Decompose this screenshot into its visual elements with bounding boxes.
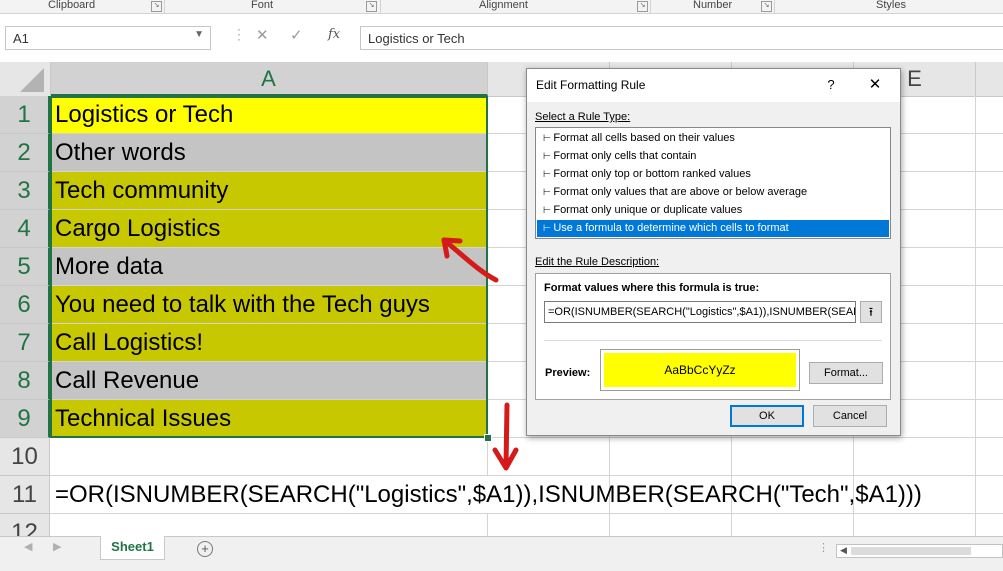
format-button[interactable]: Format...: [809, 362, 883, 384]
rule-type-item[interactable]: ⊢ Format only values that are above or b…: [537, 184, 889, 201]
preview-label: Preview:: [545, 367, 591, 379]
rule-type-label-text: Select a Rule Type:: [535, 111, 631, 123]
rule-type-label: Format only unique or duplicate values: [553, 204, 743, 216]
rule-type-label: Format only top or bottom ranked values: [553, 168, 751, 180]
rule-type-item[interactable]: ⊢ Use a formula to determine which cells…: [537, 220, 889, 237]
horizontal-scrollbar[interactable]: ◀: [836, 544, 1003, 558]
format-values-label: Format values where this formula is true…: [544, 282, 760, 294]
scroll-left-icon[interactable]: ◀: [24, 540, 32, 553]
more-options-icon[interactable]: ⋮: [818, 541, 829, 554]
rule-type-item[interactable]: ⊢ Format only unique or duplicate values: [537, 202, 889, 219]
rule-type-item[interactable]: ⊢ Format all cells based on their values: [537, 130, 889, 147]
collapse-dialog-button[interactable]: ⭱: [860, 301, 882, 323]
sheet-tab-sheet1[interactable]: Sheet1: [100, 536, 165, 560]
rule-type-label: Format only values that are above or bel…: [553, 186, 808, 198]
ok-button[interactable]: OK: [730, 405, 804, 427]
rule-type-label: Format only cells that contain: [553, 150, 697, 162]
edit-formatting-rule-dialog: Edit Formatting Rule ? ✕ Select a Rule T…: [526, 68, 901, 436]
preview-sample: AaBbCcYyZz: [604, 353, 796, 387]
rule-type-list[interactable]: ⊢ Format all cells based on their values…: [535, 127, 891, 239]
collapse-arrow-icon: ⭱: [868, 305, 874, 319]
rule-type-label: Select a Rule Type:: [535, 111, 630, 123]
add-sheet-icon[interactable]: +: [197, 541, 213, 557]
cancel-button[interactable]: Cancel: [813, 405, 887, 427]
rule-type-label: Format all cells based on their values: [553, 132, 735, 144]
rule-arrow-icon: ⊢: [543, 223, 554, 233]
help-icon[interactable]: ?: [821, 75, 841, 95]
rule-arrow-icon: ⊢: [543, 187, 554, 197]
rule-arrow-icon: ⊢: [543, 151, 554, 161]
dialog-title: Edit Formatting Rule: [536, 78, 646, 92]
rule-arrow-icon: ⊢: [543, 133, 554, 143]
rule-arrow-icon: ⊢: [543, 169, 554, 179]
arrow-annotation-formula: [492, 402, 519, 471]
rule-type-label: Use a formula to determine which cells t…: [553, 222, 789, 234]
rule-arrow-icon: ⊢: [543, 205, 554, 215]
scroll-left-arrow-icon[interactable]: ◀: [840, 545, 847, 556]
scrollbar-thumb[interactable]: [851, 547, 971, 555]
rule-description-panel: Format values where this formula is true…: [535, 273, 891, 400]
rule-description-label: Edit the Rule Description:: [535, 256, 659, 268]
rule-description-label-text: Edit the Rule Description:: [535, 256, 660, 268]
rule-type-item[interactable]: ⊢ Format only top or bottom ranked value…: [537, 166, 889, 183]
scroll-right-icon[interactable]: ▶: [53, 540, 61, 553]
rule-type-item[interactable]: ⊢ Format only cells that contain: [537, 148, 889, 165]
sheet-tab-bar: ◀ ▶ Sheet1 + ⋮ ◀: [0, 536, 1003, 571]
divider: [544, 340, 882, 341]
dialog-title-bar[interactable]: Edit Formatting Rule ? ✕: [527, 69, 900, 102]
arrow-annotation-cells: [441, 237, 499, 283]
rule-formula-input[interactable]: =OR(ISNUMBER(SEARCH("Logistics",$A1)),IS…: [544, 301, 856, 323]
close-icon[interactable]: ✕: [863, 75, 887, 95]
preview-box: AaBbCcYyZz: [600, 349, 800, 391]
